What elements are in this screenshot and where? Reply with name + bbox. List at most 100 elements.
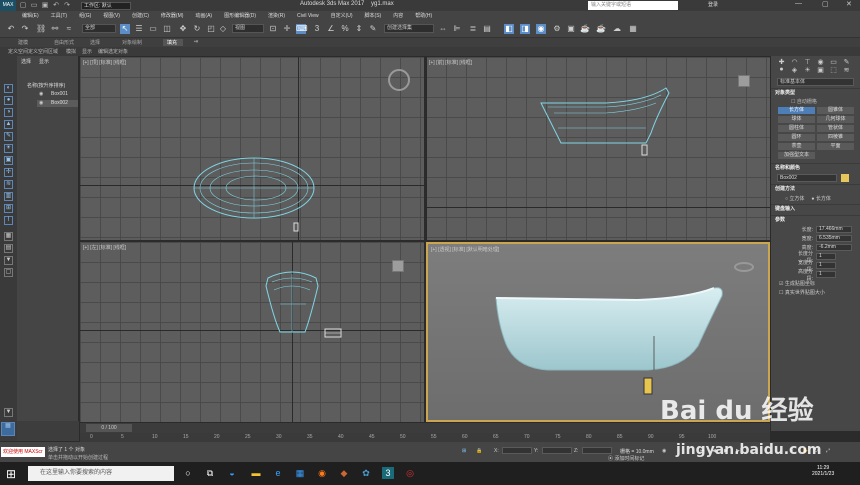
scroll-down-icon[interactable]: ▼ xyxy=(4,408,13,417)
selection-filter-dropdown[interactable]: 全部 xyxy=(82,24,116,33)
edge-icon[interactable]: ◒ xyxy=(226,467,238,479)
spacewarp-filter-icon[interactable]: ≋ xyxy=(4,180,13,189)
spinner-snap-icon[interactable]: ⇕ xyxy=(354,24,364,34)
keyboard-shortcut-icon[interactable]: ⌨ xyxy=(296,24,308,34)
motion-tab-icon[interactable]: ◉ xyxy=(814,58,827,66)
geometry-filter-icon[interactable]: ▲ xyxy=(4,120,13,129)
store-icon[interactable]: ▦ xyxy=(294,467,306,479)
scene-item-box002[interactable]: Box002 xyxy=(37,100,78,107)
hierarchy-tab-icon[interactable]: ⊤ xyxy=(801,58,814,66)
viewport-perspective-label[interactable]: [+] [透视] [标准] [默认明暗处理] xyxy=(431,246,499,253)
define-idle-areas-button[interactable]: 定义空间区域 xyxy=(28,48,58,55)
width-segs-input[interactable]: 1 xyxy=(816,262,836,269)
height-segs-input[interactable]: 1 xyxy=(816,271,836,278)
open-file-icon[interactable]: ▭ xyxy=(30,2,38,10)
rendered-frame-icon[interactable]: ▣ xyxy=(566,24,576,34)
scene-item-box001[interactable]: Box001 xyxy=(37,91,78,98)
ribbon-options-icon[interactable]: ▪▾ xyxy=(194,39,198,45)
maximize-icon[interactable]: ▢ xyxy=(822,0,829,8)
spacewarps-icon[interactable]: ≋ xyxy=(840,66,853,74)
select-object-icon[interactable]: ↖ xyxy=(120,24,130,34)
menu-create[interactable]: 创建(C) xyxy=(132,12,149,19)
ribbon-tab-object-paint[interactable]: 对象绘制 xyxy=(122,39,142,46)
mirror-icon[interactable]: ⇔ xyxy=(438,24,448,34)
lock-selection-icon[interactable]: 🔒 xyxy=(476,448,482,454)
display-button[interactable]: 显示 xyxy=(82,48,92,55)
edit-named-sets-icon[interactable]: ✎ xyxy=(368,24,378,34)
textplus-button[interactable]: 加强型文本 xyxy=(778,152,815,159)
scene-list-header[interactable]: 名称(按升序排序) xyxy=(17,82,78,89)
layer-icon[interactable]: ▤ xyxy=(4,244,13,253)
helpers-icon[interactable]: ⬚ xyxy=(827,66,840,74)
percent-snap-icon[interactable]: % xyxy=(340,24,350,34)
object-color-swatch[interactable] xyxy=(841,174,849,182)
cone-button[interactable]: 圆锥体 xyxy=(817,107,854,114)
display-all-icon[interactable]: ● xyxy=(4,96,13,105)
height-input[interactable]: -6.2mm xyxy=(816,244,852,251)
track-bar[interactable]: 0 5 10 15 20 25 30 35 40 45 50 55 60 65 … xyxy=(80,433,770,442)
windows-start-icon[interactable]: ⊞ xyxy=(6,467,16,481)
z-coord-input[interactable] xyxy=(582,447,612,454)
viewport-left[interactable]: [+] [左] [标准] [线框] xyxy=(80,242,424,422)
hierarchy-icon[interactable]: ▦ xyxy=(4,232,13,241)
layer-explorer-icon[interactable]: ≣ xyxy=(468,24,478,34)
material-editor-icon[interactable]: ◉ xyxy=(536,24,546,34)
viewport-top[interactable]: [+] [顶] [标准] [线框] xyxy=(80,57,424,240)
app-logo[interactable]: MAX xyxy=(0,0,16,11)
name-color-section[interactable]: 名称和颜色 xyxy=(771,163,860,172)
group-filter-icon[interactable]: ▥ xyxy=(4,192,13,201)
menu-tools[interactable]: 工具(T) xyxy=(51,12,67,19)
explorer-icon[interactable]: ▬ xyxy=(250,467,262,479)
taskbar-search-input[interactable]: 在这里输入你要搜索的内容 xyxy=(28,466,174,481)
y-coord-input[interactable] xyxy=(542,447,572,454)
unlink-icon[interactable]: ⚯ xyxy=(50,24,60,34)
real-world-map-checkbox[interactable]: ☐ 真实世界贴图大小 xyxy=(771,289,860,296)
display-invert-icon[interactable]: ◑ xyxy=(4,108,13,117)
tube-button[interactable]: 管状体 xyxy=(817,125,854,132)
rect-selection-icon[interactable]: ▭ xyxy=(148,24,158,34)
workspace-dropdown[interactable]: 工作区: 默认 xyxy=(81,1,131,10)
creation-method-section[interactable]: 创建方法 xyxy=(771,184,860,193)
schematic-view-icon[interactable]: ◨ xyxy=(520,24,530,34)
viewcube-top[interactable] xyxy=(388,69,410,91)
time-slider[interactable]: 0 / 100 xyxy=(86,424,132,432)
a360-icon[interactable]: ▦ xyxy=(628,24,638,34)
move-icon[interactable]: ✥ xyxy=(178,24,188,34)
menu-rendering[interactable]: 渲染(R) xyxy=(268,12,285,19)
define-flows-button[interactable]: 定义空间 xyxy=(8,48,28,55)
menu-modifiers[interactable]: 修改器(M) xyxy=(161,12,184,19)
keyboard-entry-section[interactable]: 键盘输入 xyxy=(771,204,860,213)
viewport-left-label[interactable]: [+] [左] [标准] [线框] xyxy=(83,244,126,251)
viewport-top-label[interactable]: [+] [顶] [标准] [线框] xyxy=(83,59,126,66)
place-icon[interactable]: ◇ xyxy=(218,24,228,34)
geosphere-button[interactable]: 几何球体 xyxy=(817,116,854,123)
undo-icon[interactable]: ↶ xyxy=(52,2,60,10)
cube-radio[interactable]: ○ 立方体 xyxy=(785,196,804,202)
viewport-layout-icon[interactable]: ▦ xyxy=(1,422,15,436)
cortana-icon[interactable]: ○ xyxy=(182,467,194,479)
length-segs-input[interactable]: 1 xyxy=(816,253,836,260)
menu-graph-editors[interactable]: 图形编辑器(D) xyxy=(224,12,256,19)
scale-icon[interactable]: ◰ xyxy=(206,24,216,34)
menu-edit[interactable]: 编辑(E) xyxy=(22,12,39,19)
minimize-icon[interactable]: — xyxy=(795,0,802,7)
autogrid-checkbox[interactable]: ☐ 自动栅格 xyxy=(771,98,860,105)
redo-icon[interactable]: ↷ xyxy=(63,2,71,10)
length-input[interactable]: 17.466mm xyxy=(816,226,852,233)
align-icon[interactable]: ⊫ xyxy=(452,24,462,34)
cylinder-button[interactable]: 圆柱体 xyxy=(778,125,815,132)
display-none-icon[interactable]: ◐ xyxy=(4,84,13,93)
camera-filter-icon[interactable]: ▣ xyxy=(4,156,13,165)
edit-selected-button[interactable]: 编辑选定对象 xyxy=(98,48,128,55)
isolate-icon[interactable]: ⊞ xyxy=(462,448,466,454)
display-tab-icon[interactable]: ▭ xyxy=(827,58,840,66)
menu-civil-view[interactable]: Civil View xyxy=(297,13,319,19)
xref-filter-icon[interactable]: ⊞ xyxy=(4,204,13,213)
scene-tab-select[interactable]: 选择 xyxy=(21,58,31,65)
viewcube-perspective[interactable] xyxy=(734,262,754,272)
scene-tab-display[interactable]: 显示 xyxy=(39,58,49,65)
render-production-icon[interactable]: ☕ xyxy=(580,24,590,34)
redo-icon[interactable]: ↷ xyxy=(20,24,30,34)
torus-button[interactable]: 圆环 xyxy=(778,134,815,141)
link-icon[interactable]: ⛓ xyxy=(36,24,46,34)
